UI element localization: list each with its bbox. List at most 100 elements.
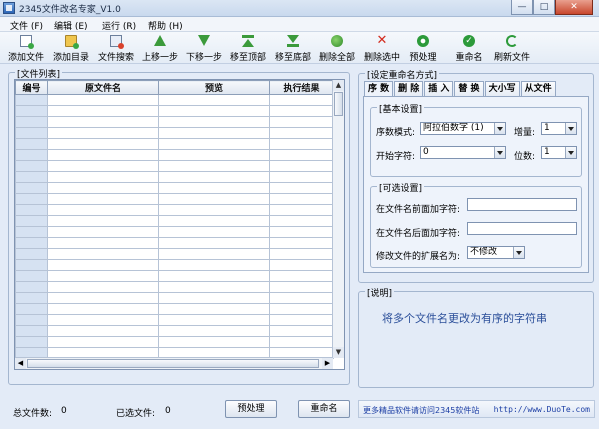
digits-select[interactable]: 1 [541,146,577,159]
scroll-up-arrow-icon[interactable]: ▲ [333,80,344,91]
table-cell[interactable] [158,94,270,106]
table-cell[interactable] [15,149,48,161]
table-cell[interactable] [47,325,159,337]
suffix-input[interactable] [467,222,577,235]
table-cell[interactable] [269,270,334,282]
table-cell[interactable] [47,270,159,282]
table-cell[interactable] [47,292,159,304]
table-cell[interactable] [47,160,159,172]
table-cell[interactable] [158,237,270,249]
table-cell[interactable] [15,303,48,315]
table-row[interactable] [15,292,334,304]
table-cell[interactable] [47,182,159,194]
close-button[interactable]: ✕ [555,0,593,15]
table-row[interactable] [15,226,334,238]
table-row[interactable] [15,303,334,315]
table-cell[interactable] [47,127,159,139]
scroll-right-arrow-icon[interactable]: ▶ [322,358,333,369]
tab-replace[interactable]: 替 换 [454,81,484,96]
table-cell[interactable] [47,215,159,227]
ad-url-link[interactable]: http://www.DuoTe.com [494,405,590,414]
delete-all-button[interactable]: 删除全部 [317,33,357,63]
table-cell[interactable] [47,193,159,205]
table-cell[interactable] [15,116,48,128]
table-cell[interactable] [47,226,159,238]
tab-insert[interactable]: 插 入 [424,81,454,96]
chevron-down-icon[interactable] [565,123,576,134]
table-cell[interactable] [158,281,270,293]
menu-edit[interactable]: 编辑 (E) [54,19,88,32]
table-cell[interactable] [158,193,270,205]
table-cell[interactable] [47,149,159,161]
table-cell[interactable] [47,314,159,326]
table-cell[interactable] [15,105,48,117]
table-cell[interactable] [269,149,334,161]
vertical-scroll-thumb[interactable] [334,92,343,116]
table-cell[interactable] [15,160,48,172]
move-bottom-button[interactable]: 移至底部 [273,33,313,63]
table-cell[interactable] [15,281,48,293]
table-cell[interactable] [15,226,48,238]
table-cell[interactable] [158,105,270,117]
preview-process-button[interactable]: 预处理 [406,33,440,63]
table-row[interactable] [15,314,334,326]
table-cell[interactable] [15,127,48,139]
scroll-down-arrow-icon[interactable]: ▼ [333,347,344,358]
table-row[interactable] [15,94,334,106]
tab-case[interactable]: 大小写 [484,81,520,96]
table-cell[interactable] [158,204,270,216]
table-cell[interactable] [15,325,48,337]
column-header-index[interactable]: 编号 [15,80,48,95]
horizontal-scrollbar[interactable]: ◀ ▶ [15,357,333,369]
chevron-down-icon[interactable] [565,147,576,158]
table-cell[interactable] [47,281,159,293]
table-cell[interactable] [158,182,270,194]
column-header-result[interactable]: 执行结果 [269,80,334,95]
table-cell[interactable] [158,292,270,304]
table-cell[interactable] [158,127,270,139]
tab-from-file[interactable]: 从文件 [520,81,556,96]
table-cell[interactable] [47,248,159,260]
sequence-mode-select[interactable]: 阿拉伯数字 (1) [420,122,506,135]
prefix-input[interactable] [467,198,577,211]
table-cell[interactable] [269,314,334,326]
menu-run[interactable]: 运行 (R) [102,19,136,32]
table-row[interactable] [15,270,334,282]
delete-selected-button[interactable]: ✕ 删除选中 [362,33,402,63]
table-row[interactable] [15,259,334,271]
table-cell[interactable] [15,248,48,260]
table-row[interactable] [15,325,334,337]
table-cell[interactable] [269,94,334,106]
table-cell[interactable] [269,171,334,183]
table-cell[interactable] [15,204,48,216]
table-cell[interactable] [15,138,48,150]
table-cell[interactable] [47,237,159,249]
table-cell[interactable] [47,204,159,216]
table-row[interactable] [15,160,334,172]
table-row[interactable] [15,248,334,260]
table-cell[interactable] [47,336,159,348]
refresh-files-button[interactable]: 刷新文件 [492,33,532,63]
vertical-scrollbar[interactable]: ▲ ▼ [332,80,344,358]
preview-button[interactable]: 预处理 [225,400,277,418]
table-cell[interactable] [269,160,334,172]
file-search-button[interactable]: 文件搜索 [96,33,136,63]
table-cell[interactable] [15,292,48,304]
table-cell[interactable] [15,182,48,194]
table-cell[interactable] [158,336,270,348]
table-cell[interactable] [158,171,270,183]
table-cell[interactable] [47,259,159,271]
table-cell[interactable] [15,270,48,282]
table-cell[interactable] [269,248,334,260]
horizontal-scroll-thumb[interactable] [27,359,319,368]
table-cell[interactable] [269,281,334,293]
table-cell[interactable] [158,116,270,128]
table-cell[interactable] [269,336,334,348]
extension-select[interactable]: 不修改 [467,246,525,259]
table-cell[interactable] [158,215,270,227]
table-cell[interactable] [158,314,270,326]
table-cell[interactable] [269,237,334,249]
table-cell[interactable] [15,193,48,205]
rename-button[interactable]: 重命名 [298,400,350,418]
table-cell[interactable] [47,116,159,128]
